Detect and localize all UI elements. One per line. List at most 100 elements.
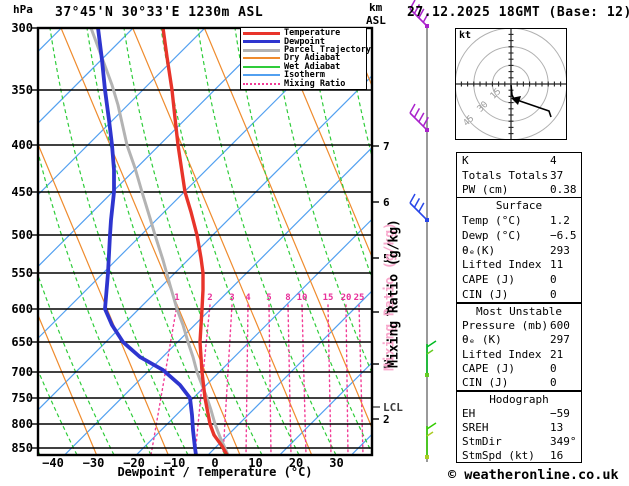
datetime-label: 27.12.2025 18GMT (Base: 12) bbox=[407, 6, 629, 19]
stats-row: CAPE (J) 0 bbox=[457, 272, 581, 287]
stats-label: StmDir bbox=[457, 435, 502, 448]
stats-box: HodographEH−59SREH13StmDir349°StmSpd (kt… bbox=[456, 391, 582, 463]
stats-label: CAPE (J) bbox=[457, 273, 515, 286]
stats-row: Dewp (°C) −6.5 bbox=[457, 228, 581, 243]
mixing-ratio-label: 15 bbox=[318, 294, 338, 303]
pressure-tick-label: 550 bbox=[0, 267, 33, 279]
stats-value: 0 bbox=[550, 362, 557, 375]
stats-row: θₑ(K) 293 bbox=[457, 243, 581, 258]
mixing-ratio-label: 2 bbox=[200, 294, 220, 303]
stats-label: CIN (J) bbox=[457, 376, 508, 389]
stats-value: 0 bbox=[550, 376, 557, 389]
stats-box: Most UnstablePressure (mb)600θₑ (K)297Li… bbox=[456, 303, 582, 391]
legend-line-sample bbox=[243, 49, 280, 52]
temperature-tick-label: −40 bbox=[33, 457, 73, 469]
legend-line-sample bbox=[243, 57, 280, 59]
pressure-tick-label: 400 bbox=[0, 139, 33, 151]
stats-value: 13 bbox=[550, 421, 563, 434]
altitude-unit-label: km bbox=[369, 2, 382, 13]
stats-value: 297 bbox=[550, 333, 570, 346]
pressure-tick-label: 350 bbox=[0, 84, 33, 96]
stats-label: Pressure (mb) bbox=[457, 319, 548, 332]
pressure-tick-label: 300 bbox=[0, 22, 33, 34]
stats-label: EH bbox=[457, 407, 475, 420]
legend-line-sample bbox=[243, 40, 280, 43]
stats-section-title: Surface bbox=[457, 198, 581, 213]
stats-value: 37 bbox=[550, 169, 563, 182]
wind-barb bbox=[425, 423, 436, 459]
pressure-tick-label: 800 bbox=[0, 418, 33, 430]
pressure-unit-label: hPa bbox=[13, 4, 33, 15]
stats-row: θₑ (K) 297 bbox=[457, 333, 581, 347]
stats-row: Pressure (mb)600 bbox=[457, 318, 581, 332]
skewt-sounding-page: hPa 37°45'N 30°33'E 1230m ASL km ASL 27.… bbox=[0, 0, 629, 486]
stats-label: CAPE (J) bbox=[457, 362, 515, 375]
stats-value: 0 bbox=[550, 288, 557, 301]
pressure-tick-label: 750 bbox=[0, 392, 33, 404]
km-tick-label: 7 bbox=[383, 141, 390, 152]
stats-row: StmDir 349° bbox=[457, 434, 581, 448]
stats-value: 16 bbox=[550, 449, 563, 462]
legend-line-sample bbox=[243, 66, 280, 68]
stats-value: 11 bbox=[550, 258, 563, 271]
stats-row: Temp (°C)1.2 bbox=[457, 213, 581, 228]
stats-label: K bbox=[457, 154, 469, 167]
stats-value: 0 bbox=[550, 273, 557, 286]
stats-label: SREH bbox=[457, 421, 489, 434]
legend-box: TemperatureDewpointParcel TrajectoryDry … bbox=[240, 27, 367, 90]
stats-label: StmSpd (kt) bbox=[457, 449, 535, 462]
stats-row: Lifted Index 11 bbox=[457, 258, 581, 273]
pressure-tick-label: 700 bbox=[0, 366, 33, 378]
stats-section-title: Hodograph bbox=[457, 392, 581, 406]
altitude-unit-asl-label: ASL bbox=[366, 15, 386, 26]
page-title: 37°45'N 30°33'E 1230m ASL bbox=[55, 6, 263, 19]
stats-row: CIN (J) 0 bbox=[457, 287, 581, 302]
stats-value: 600 bbox=[550, 319, 570, 332]
legend-item: Mixing Ratio bbox=[243, 80, 364, 88]
stats-value: 4 bbox=[550, 154, 557, 167]
mixing-ratio-label: 10 bbox=[292, 294, 312, 303]
stats-label: θₑ (K) bbox=[457, 333, 502, 346]
stats-row: StmSpd (kt) 16 bbox=[457, 448, 581, 462]
wind-barb bbox=[410, 104, 429, 132]
stats-label: Totals Totals bbox=[457, 169, 548, 182]
stats-box: K4Totals Totals37PW (cm)0.38SurfaceTemp … bbox=[456, 152, 582, 303]
stats-label: θₑ(K) bbox=[457, 244, 495, 257]
stats-label: Lifted Index bbox=[457, 258, 541, 271]
stats-label: PW (cm) bbox=[457, 183, 508, 196]
stats-row: K4 bbox=[457, 153, 581, 168]
stats-value: −59 bbox=[550, 407, 570, 420]
mixing-ratio-label: 4 bbox=[238, 294, 258, 303]
branding-label: © weatheronline.co.uk bbox=[448, 469, 619, 483]
stats-label: Dewp (°C) bbox=[457, 229, 522, 242]
legend-line-sample bbox=[243, 83, 280, 85]
legend-line-sample bbox=[243, 74, 280, 76]
mixing-ratio-axis-label: Mixing Ratio (g/kg) bbox=[388, 214, 401, 374]
stats-row: PW (cm) 0.38 bbox=[457, 183, 581, 198]
stats-label: CIN (J) bbox=[457, 288, 508, 301]
wind-barb bbox=[425, 341, 436, 377]
stats-value: 0.38 bbox=[550, 183, 577, 196]
stats-row: CIN (J) 0 bbox=[457, 376, 581, 390]
km-tick-label: 2 bbox=[383, 414, 390, 425]
stats-value: 293 bbox=[550, 244, 570, 257]
stats-value: −6.5 bbox=[550, 229, 577, 242]
stats-value: 349° bbox=[550, 435, 577, 448]
stats-label: Lifted Index bbox=[457, 348, 541, 361]
pressure-tick-label: 850 bbox=[0, 442, 33, 454]
stats-row: Lifted Index 21 bbox=[457, 347, 581, 361]
stats-section-title: Most Unstable bbox=[457, 304, 581, 318]
mixing-ratio-label: 5 bbox=[259, 294, 279, 303]
wind-barb-staff bbox=[410, 0, 436, 462]
mixing-ratio-label: 25 bbox=[349, 294, 369, 303]
pressure-tick-label: 500 bbox=[0, 229, 33, 241]
legend-item-label: Mixing Ratio bbox=[284, 79, 345, 89]
stats-row: CAPE (J) 0 bbox=[457, 361, 581, 375]
stats-value: 21 bbox=[550, 348, 563, 361]
stats-label: Temp (°C) bbox=[457, 214, 522, 227]
mixing-ratio-label: 1 bbox=[167, 294, 187, 303]
stats-row: Totals Totals37 bbox=[457, 168, 581, 183]
hodograph-unit-label: kt bbox=[459, 31, 471, 41]
pressure-tick-label: 650 bbox=[0, 336, 33, 348]
wind-barb bbox=[410, 194, 429, 222]
